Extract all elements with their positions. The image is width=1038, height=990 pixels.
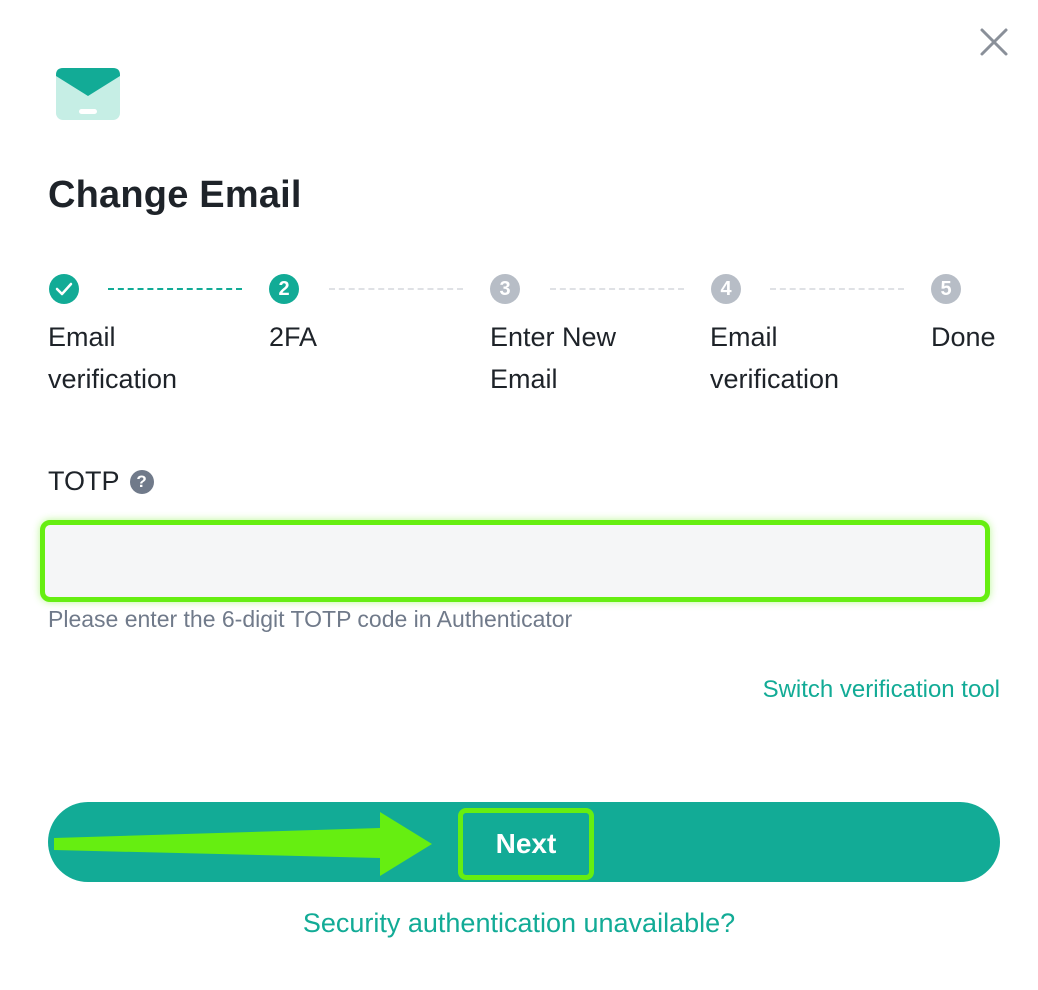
- next-button[interactable]: [48, 802, 1000, 882]
- totp-input[interactable]: [40, 520, 990, 602]
- step-connector: [770, 288, 904, 290]
- dialog-title: Change Email: [48, 174, 302, 216]
- security-unavailable-link[interactable]: Security authentication unavailable?: [0, 908, 1038, 939]
- totp-hint: Please enter the 6-digit TOTP code in Au…: [48, 606, 573, 632]
- progress-stepper: 2 3 4 5 Email verification 2FA Enter New…: [0, 270, 1038, 410]
- step-1-label: Email verification: [48, 322, 178, 394]
- step-connector: [329, 288, 463, 290]
- totp-label-text: TOTP: [48, 466, 120, 496]
- envelope-icon: [56, 66, 122, 122]
- step-connector: [550, 288, 684, 290]
- step-2-number: 2: [269, 274, 299, 304]
- switch-verification-tool-link[interactable]: Switch verification tool: [763, 676, 1000, 704]
- step-4-label: Email verification: [710, 322, 840, 394]
- step-3-label: Enter New Email: [490, 322, 617, 394]
- close-button[interactable]: [974, 22, 1014, 62]
- close-icon: [980, 28, 1008, 56]
- step-4-number: 4: [711, 274, 741, 304]
- step-connector: [108, 288, 242, 290]
- question-circle-icon[interactable]: ?: [129, 469, 154, 494]
- step-2-label: 2FA: [269, 322, 318, 352]
- step-5-number: 5: [931, 274, 961, 304]
- step-1-check-icon: [49, 274, 79, 304]
- step-3-number: 3: [490, 274, 520, 304]
- totp-label: TOTP ?: [48, 466, 154, 497]
- step-5-label: Done: [931, 322, 996, 352]
